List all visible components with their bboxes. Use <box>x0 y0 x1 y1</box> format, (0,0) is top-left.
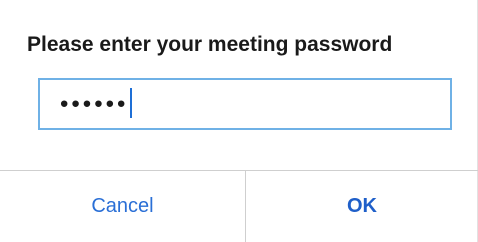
text-caret <box>130 88 133 118</box>
password-dialog: Please enter your meeting password •••••… <box>0 0 478 242</box>
dialog-title: Please enter your meeting password <box>27 33 393 56</box>
cancel-button[interactable]: Cancel <box>0 171 245 242</box>
cancel-button-label: Cancel <box>91 195 154 217</box>
password-dialog-frame: Please enter your meeting password •••••… <box>0 0 478 242</box>
ok-button[interactable]: OK <box>246 171 478 242</box>
password-field-value: •••••• <box>60 88 133 120</box>
password-mask: •••••• <box>60 90 129 118</box>
ok-button-label: OK <box>347 195 377 217</box>
password-input[interactable]: •••••• <box>38 78 452 130</box>
